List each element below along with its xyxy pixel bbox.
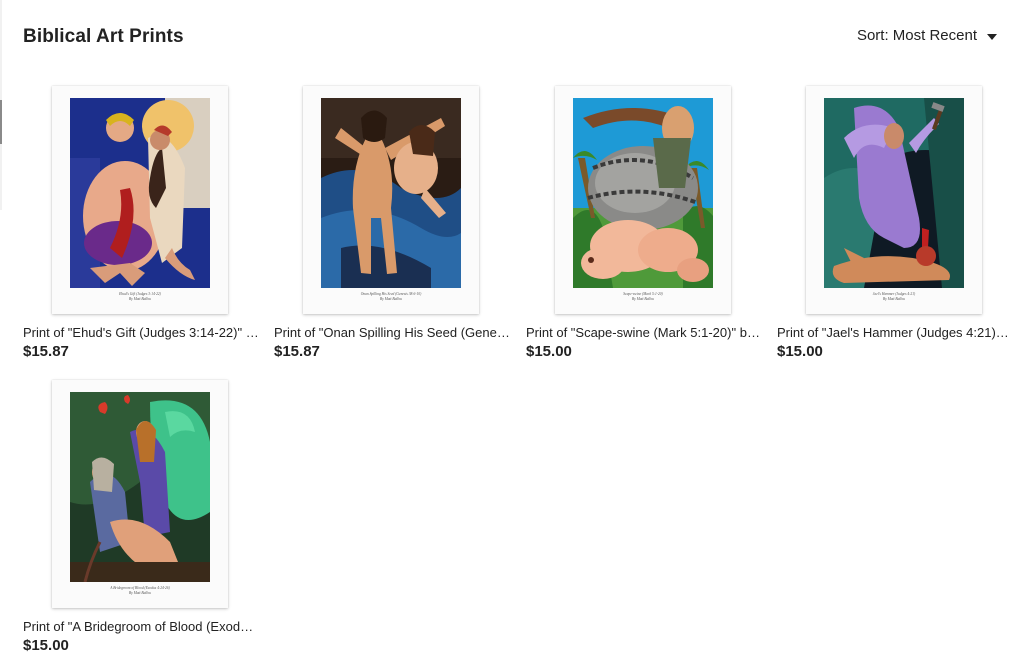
artwork-scape-swine bbox=[573, 98, 713, 288]
artwork-onan-spilling-his-seed bbox=[321, 98, 461, 288]
artwork-caption-byline: By Matt Ballou bbox=[129, 590, 151, 595]
listing-thumbnail[interactable]: Ehud's Gift (Judges 3:14-22) By Matt Bal… bbox=[23, 86, 259, 316]
print-sheet: Onan Spilling His Seed (Genesis 38:6-10)… bbox=[303, 86, 479, 314]
listing-title[interactable]: Print of "Ehud's Gift (Judges 3:14-22)" … bbox=[23, 325, 259, 340]
artwork-caption: Onan Spilling His Seed (Genesis 38:6-10)… bbox=[303, 292, 479, 301]
listing-thumbnail[interactable]: Scape-swine (Mark 5:1-20) By Matt Ballou bbox=[526, 86, 762, 316]
listing-price: $15.00 bbox=[526, 343, 572, 360]
listing-price: $15.87 bbox=[274, 343, 320, 360]
artwork-jaels-hammer bbox=[824, 98, 964, 288]
page-title: Biblical Art Prints bbox=[23, 26, 184, 47]
print-sheet: Jael's Hammer (Judges 4:21) By Matt Ball… bbox=[806, 86, 982, 314]
artwork-caption: A Bridegroom of Blood (Exodus 4:24-26) B… bbox=[52, 586, 228, 595]
listing-price: $15.87 bbox=[23, 343, 69, 360]
caret-down-icon bbox=[987, 33, 997, 40]
artwork-caption-byline: By Matt Ballou bbox=[883, 296, 905, 301]
listing-price: $15.00 bbox=[23, 637, 69, 654]
print-sheet: Ehud's Gift (Judges 3:14-22) By Matt Bal… bbox=[52, 86, 228, 314]
listing-title[interactable]: Print of "Jael's Hammer (Judges 4:21)" b… bbox=[777, 325, 1013, 340]
listing-thumbnail[interactable]: Jael's Hammer (Judges 4:21) By Matt Ball… bbox=[777, 86, 1013, 316]
artwork-caption: Scape-swine (Mark 5:1-20) By Matt Ballou bbox=[555, 292, 731, 301]
listing-title[interactable]: Print of "A Bridegroom of Blood (Exodus … bbox=[23, 619, 259, 634]
listing-price: $15.00 bbox=[777, 343, 823, 360]
artwork-caption-byline: By Matt Ballou bbox=[129, 296, 151, 301]
artwork-caption: Jael's Hammer (Judges 4:21) By Matt Ball… bbox=[806, 292, 982, 301]
sort-dropdown-label: Sort: Most Recent bbox=[856, 27, 977, 44]
artwork-a-bridegroom-of-blood bbox=[70, 392, 210, 582]
listing-thumbnail[interactable]: A Bridegroom of Blood (Exodus 4:24-26) B… bbox=[23, 380, 259, 610]
artwork-caption-byline: By Matt Ballou bbox=[380, 296, 402, 301]
listing-thumbnail[interactable]: Onan Spilling His Seed (Genesis 38:6-10)… bbox=[274, 86, 510, 316]
print-sheet: A Bridegroom of Blood (Exodus 4:24-26) B… bbox=[52, 380, 228, 608]
sort-dropdown[interactable]: Sort: Most Recent bbox=[857, 27, 997, 44]
artwork-ehuds-gift bbox=[70, 98, 210, 288]
print-sheet: Scape-swine (Mark 5:1-20) By Matt Ballou bbox=[555, 86, 731, 314]
artwork-caption-byline: By Matt Ballou bbox=[632, 296, 654, 301]
listing-title[interactable]: Print of "Onan Spilling His Seed (Genesi… bbox=[274, 325, 510, 340]
left-edge-scroll-indicator bbox=[0, 100, 2, 144]
shop-section-header: Biblical Art Prints Sort: Most Recent bbox=[23, 26, 997, 50]
artwork-caption: Ehud's Gift (Judges 3:14-22) By Matt Bal… bbox=[52, 292, 228, 301]
listing-title[interactable]: Print of "Scape-swine (Mark 5:1-20)" by … bbox=[526, 325, 762, 340]
